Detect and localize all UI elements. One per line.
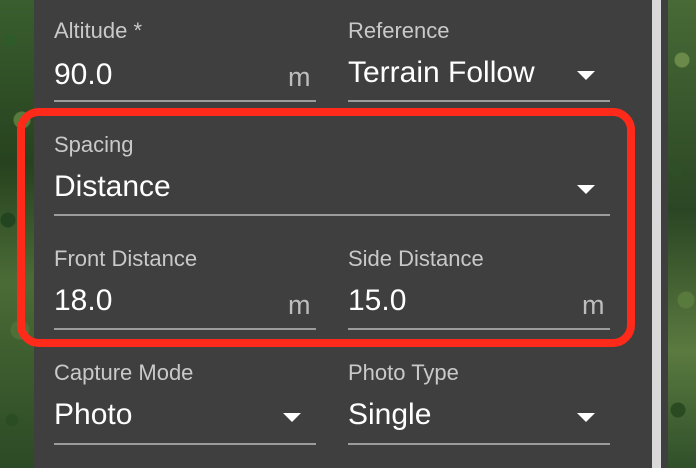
reference-select[interactable]: Reference Terrain Follow [348, 18, 610, 104]
chevron-down-icon[interactable] [577, 413, 595, 422]
photo-type-value[interactable]: Single [348, 398, 431, 432]
reference-label: Reference [348, 18, 450, 43]
reference-underline [348, 100, 610, 102]
spacing-section-highlight [17, 108, 635, 347]
chevron-down-icon[interactable] [577, 71, 595, 80]
photo-type-underline [348, 443, 610, 445]
capture-mode-select[interactable]: Capture Mode Photo [54, 360, 316, 446]
chevron-down-icon[interactable] [283, 413, 301, 422]
scrollbar-thumb[interactable] [652, 0, 661, 468]
altitude-unit: m [288, 62, 311, 92]
reference-value[interactable]: Terrain Follow [348, 56, 535, 90]
altitude-underline [54, 100, 316, 102]
photo-type-select[interactable]: Photo Type Single [348, 360, 610, 446]
capture-mode-value[interactable]: Photo [54, 398, 132, 432]
altitude-label: Altitude * [54, 18, 143, 43]
altitude-value[interactable]: 90.0 [54, 58, 112, 92]
photo-type-label: Photo Type [348, 360, 459, 385]
map-background-right [668, 0, 696, 468]
capture-mode-label: Capture Mode [54, 360, 194, 385]
capture-mode-underline [54, 443, 316, 445]
altitude-field[interactable]: Altitude * 90.0 m [54, 18, 316, 104]
